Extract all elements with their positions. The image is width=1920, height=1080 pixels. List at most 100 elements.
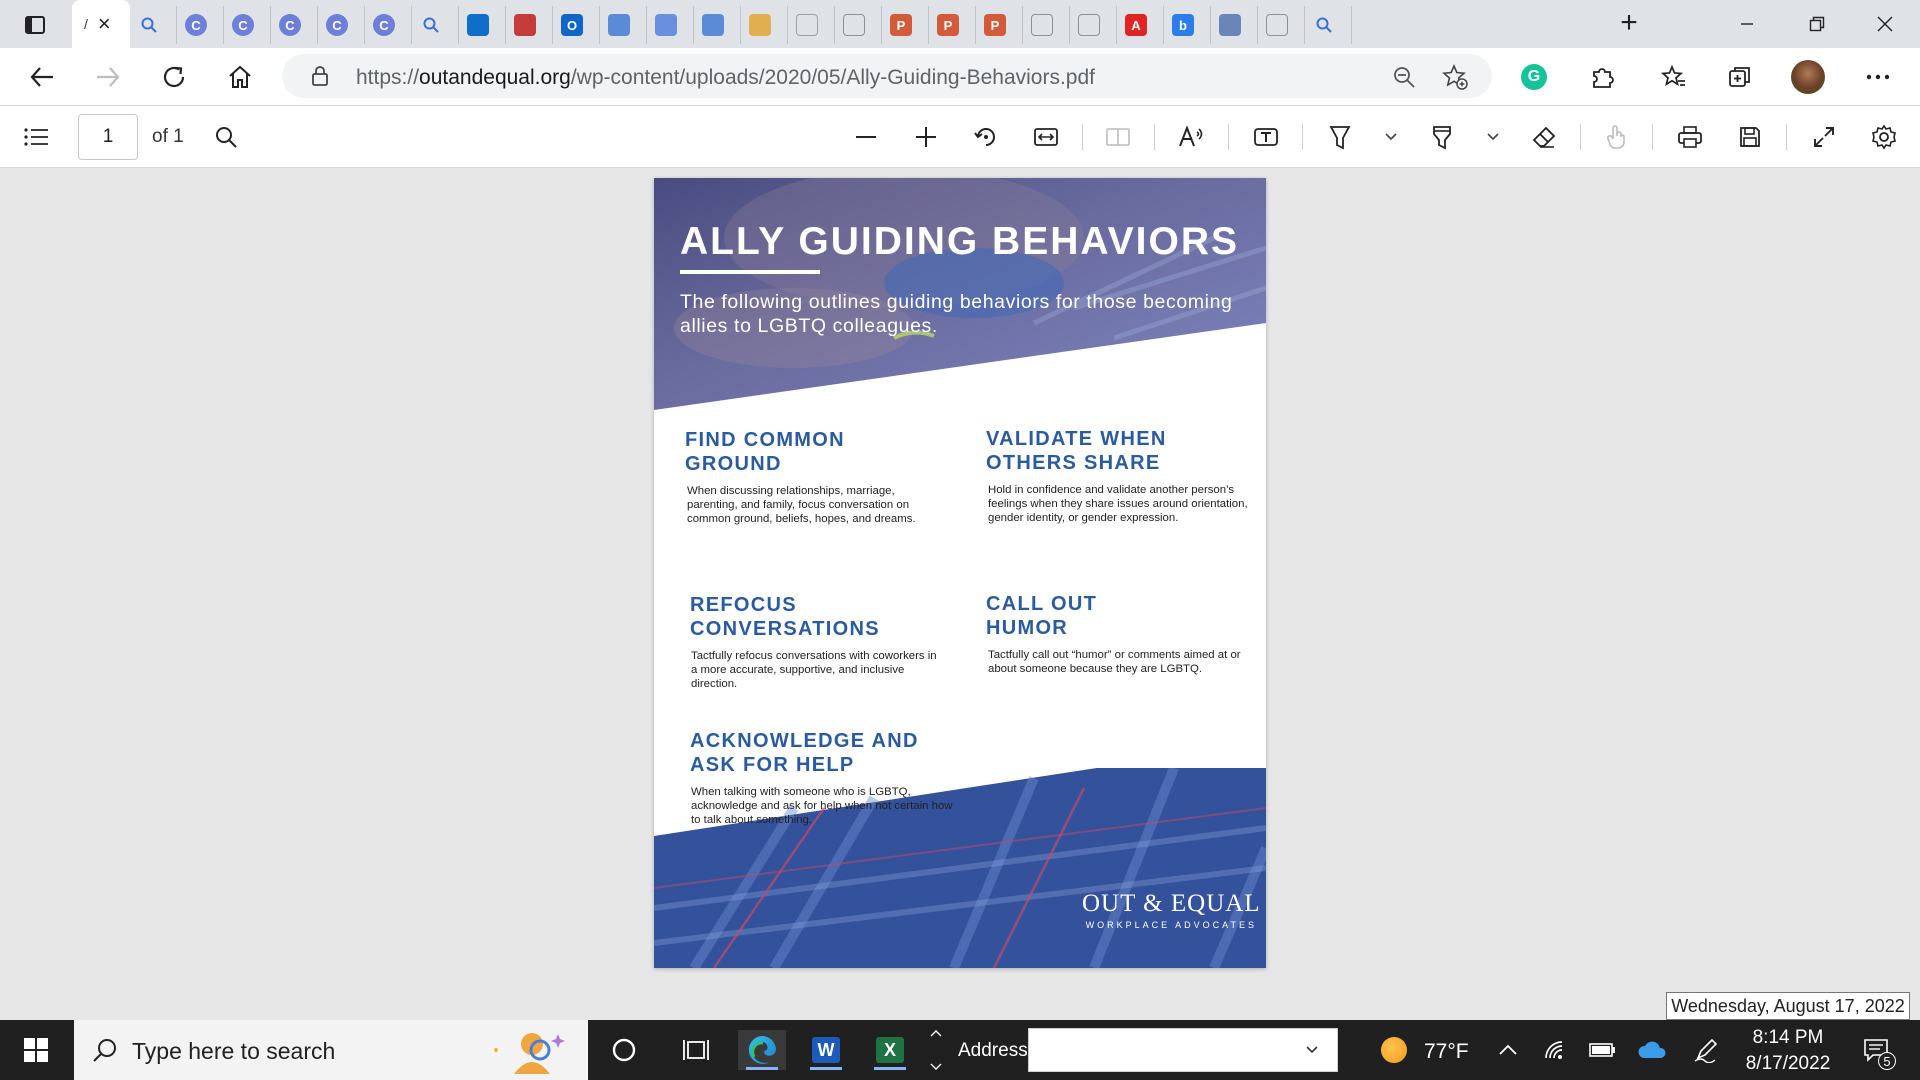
draw-button[interactable] bbox=[1320, 117, 1360, 157]
refresh-button[interactable] bbox=[154, 57, 194, 97]
copilot-icon: C bbox=[373, 14, 395, 36]
weather-button[interactable] bbox=[1370, 1030, 1418, 1070]
taskbar-search-box[interactable]: Type here to search bbox=[74, 1020, 588, 1080]
pen-workspace-button[interactable] bbox=[1682, 1030, 1730, 1070]
home-button[interactable] bbox=[220, 57, 260, 97]
battery-button[interactable] bbox=[1578, 1030, 1626, 1070]
browser-tab[interactable] bbox=[1070, 6, 1117, 44]
profile-button[interactable] bbox=[1788, 57, 1828, 97]
browser-tab[interactable]: P bbox=[882, 6, 929, 44]
zoom-out-button[interactable] bbox=[846, 117, 886, 157]
taskbar-edge[interactable] bbox=[738, 1030, 786, 1070]
url-field[interactable]: https://outandequal.org/wp-content/uploa… bbox=[282, 54, 1492, 98]
page-view-button[interactable] bbox=[1098, 117, 1138, 157]
browser-tab[interactable] bbox=[130, 6, 177, 44]
browser-tab[interactable] bbox=[1258, 6, 1305, 44]
search-highlight-icon bbox=[494, 1033, 565, 1074]
rotate-button[interactable] bbox=[966, 117, 1006, 157]
notification-center-button[interactable]: 5 bbox=[1852, 1030, 1900, 1070]
touch-writing-button[interactable] bbox=[1596, 117, 1636, 157]
lock-icon[interactable] bbox=[310, 65, 330, 87]
cortana-button[interactable] bbox=[600, 1030, 648, 1070]
fullscreen-button[interactable] bbox=[1804, 117, 1844, 157]
zoom-in-button[interactable] bbox=[906, 117, 946, 157]
browser-tab[interactable]: O bbox=[553, 6, 600, 44]
restore-button[interactable] bbox=[1794, 8, 1840, 40]
print-button[interactable] bbox=[1670, 117, 1710, 157]
pdf-settings-button[interactable] bbox=[1864, 117, 1904, 157]
browser-tab[interactable] bbox=[835, 6, 882, 44]
browser-tab[interactable]: C bbox=[271, 6, 318, 44]
browser-tab[interactable] bbox=[741, 6, 788, 44]
browser-tab[interactable] bbox=[788, 6, 835, 44]
chevron-down-icon[interactable] bbox=[1305, 1045, 1319, 1055]
address-toolbar-input[interactable] bbox=[1028, 1028, 1338, 1072]
highlight-button[interactable] bbox=[1422, 117, 1462, 157]
browser-tab[interactable] bbox=[506, 6, 553, 44]
pen-icon bbox=[1694, 1038, 1718, 1063]
browser-tab[interactable] bbox=[600, 6, 647, 44]
browser-tab[interactable]: P bbox=[976, 6, 1023, 44]
browser-tab[interactable]: P bbox=[929, 6, 976, 44]
back-button[interactable] bbox=[22, 57, 62, 97]
save-icon bbox=[1740, 127, 1760, 147]
collections-button[interactable] bbox=[1720, 57, 1760, 97]
browser-tab[interactable]: A bbox=[1117, 6, 1164, 44]
taskbar-word[interactable]: W bbox=[802, 1030, 850, 1070]
browser-tab[interactable] bbox=[647, 6, 694, 44]
fit-width-button[interactable] bbox=[1026, 117, 1066, 157]
close-window-button[interactable] bbox=[1862, 8, 1908, 40]
browser-tab[interactable] bbox=[1305, 6, 1352, 44]
network-button[interactable] bbox=[1532, 1030, 1580, 1070]
favorites-icon bbox=[1661, 64, 1685, 86]
browser-tab[interactable]: C bbox=[177, 6, 224, 44]
tab-close-icon[interactable]: × bbox=[98, 13, 111, 35]
browser-tab[interactable] bbox=[412, 6, 459, 44]
browser-tab[interactable] bbox=[694, 6, 741, 44]
windows-logo-icon bbox=[24, 1038, 48, 1062]
video-icon bbox=[655, 14, 677, 36]
taskbar-excel[interactable]: X bbox=[866, 1030, 914, 1070]
start-button[interactable] bbox=[12, 1030, 60, 1070]
out-and-equal-logo: OUT & EQUAL WORKPLACE ADVOCATES bbox=[1082, 890, 1261, 930]
favorites-button[interactable] bbox=[1654, 57, 1694, 97]
extensions-button[interactable] bbox=[1582, 57, 1622, 97]
browser-tab[interactable] bbox=[1023, 6, 1070, 44]
cloud-icon bbox=[1638, 1041, 1666, 1058]
read-aloud-button[interactable] bbox=[1172, 117, 1212, 157]
show-hidden-icons-button[interactable] bbox=[1484, 1030, 1532, 1070]
browser-tab[interactable]: C bbox=[318, 6, 365, 44]
save-button[interactable] bbox=[1730, 117, 1770, 157]
page-number-input[interactable] bbox=[78, 114, 138, 160]
toolbar-divider bbox=[1652, 124, 1653, 150]
new-tab-button[interactable]: + bbox=[1612, 8, 1646, 42]
tab-active[interactable]: / × bbox=[72, 0, 130, 48]
browser-tab[interactable]: b bbox=[1164, 6, 1211, 44]
eraser-icon bbox=[1532, 126, 1556, 148]
grammarly-button[interactable]: G bbox=[1514, 57, 1554, 97]
minimize-button[interactable] bbox=[1724, 8, 1770, 40]
highlight-options-button[interactable] bbox=[1480, 120, 1506, 154]
tab-actions-button[interactable] bbox=[16, 10, 54, 40]
browser-tab[interactable]: C bbox=[224, 6, 271, 44]
document-title: ALLY GUIDING BEHAVIORS bbox=[680, 220, 1240, 263]
pdf-viewer[interactable]: ALLY GUIDING BEHAVIORS The following out… bbox=[0, 168, 1920, 1020]
browser-tab[interactable] bbox=[1211, 6, 1258, 44]
zoom-out-icon[interactable] bbox=[1392, 65, 1416, 89]
browser-tab[interactable] bbox=[459, 6, 506, 44]
browser-tab[interactable]: C bbox=[365, 6, 412, 44]
add-favorite-icon[interactable] bbox=[1442, 64, 1468, 90]
add-text-button[interactable] bbox=[1246, 117, 1286, 157]
forward-button[interactable] bbox=[88, 57, 128, 97]
onedrive-button[interactable] bbox=[1628, 1030, 1676, 1070]
task-view-button[interactable] bbox=[672, 1030, 720, 1070]
draw-icon bbox=[1329, 126, 1351, 150]
section-heading: FIND COMMON GROUND bbox=[685, 429, 845, 475]
draw-options-button[interactable] bbox=[1378, 120, 1404, 154]
taskbar-scroll[interactable] bbox=[926, 1026, 946, 1074]
taskbar-clock[interactable]: 8:14 PM 8/17/2022 bbox=[1738, 1025, 1838, 1077]
settings-more-button[interactable] bbox=[1858, 57, 1898, 97]
find-button[interactable] bbox=[206, 117, 246, 157]
erase-button[interactable] bbox=[1524, 117, 1564, 157]
contents-button[interactable] bbox=[16, 117, 56, 157]
